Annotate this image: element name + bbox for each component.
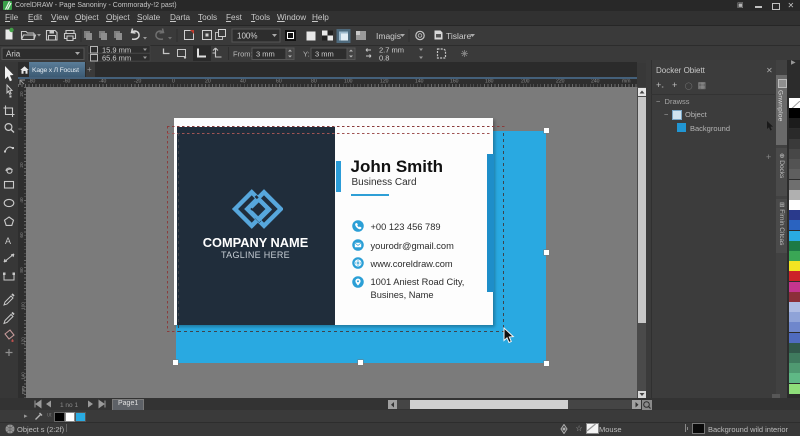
svg-text:100%: 100% [237,32,257,41]
svg-text:Imagis: Imagis [376,31,401,41]
svg-text:65.6 mm: 65.6 mm [102,54,131,63]
svg-text:Tislare: Tislare [446,31,471,41]
svg-text:From:: From: [233,50,253,59]
svg-text:Y:: Y: [303,50,310,59]
svg-text:Aria: Aria [6,50,21,59]
svg-text:0.8: 0.8 [379,54,389,63]
svg-text:1 no 1: 1 no 1 [60,402,78,409]
svg-text:3 mm: 3 mm [256,50,275,59]
svg-text:A: A [5,236,11,246]
svg-text:3 mm: 3 mm [315,50,334,59]
